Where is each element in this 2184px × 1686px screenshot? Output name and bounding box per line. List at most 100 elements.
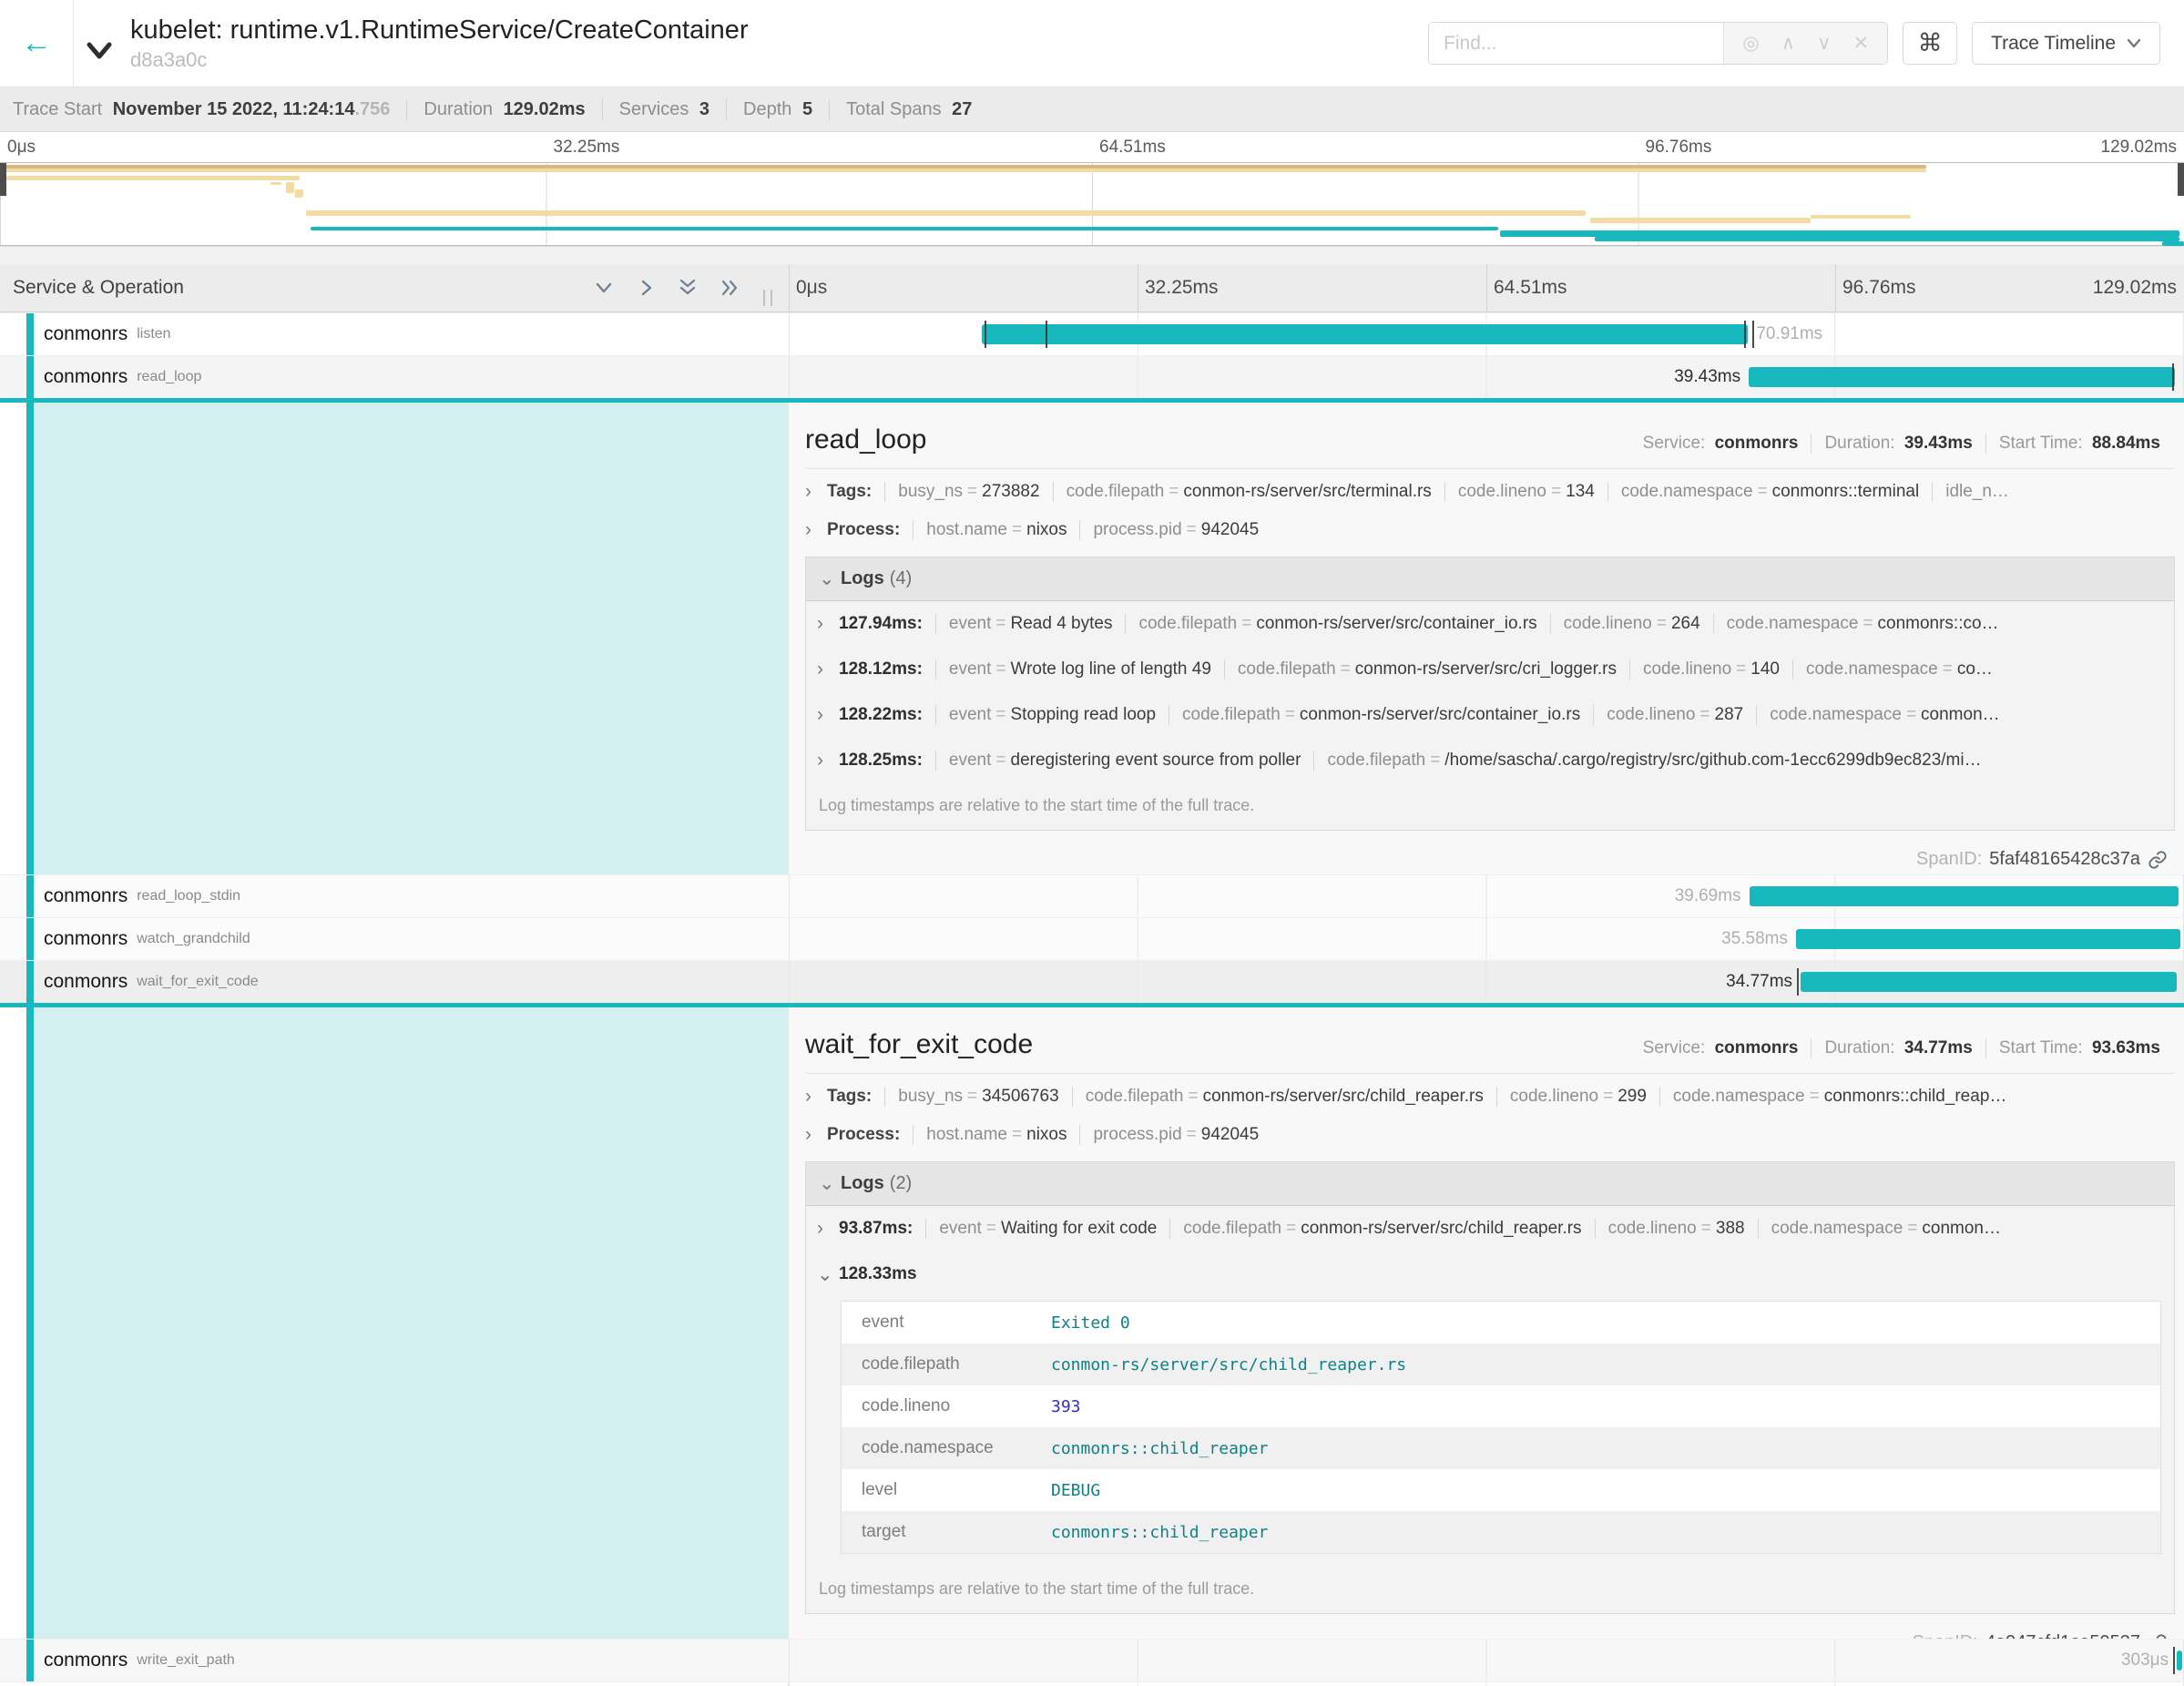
span-row-read_loop_stdin[interactable]: conmonrsread_loop_stdin39.69ms xyxy=(0,874,2184,917)
log-timestamp: 128.12ms: xyxy=(839,659,923,680)
log-entry[interactable]: ⌄128.33ms xyxy=(806,1252,2174,1297)
span-timeline-cell: 34.77ms xyxy=(789,961,2184,1003)
trace-view-label: Trace Timeline xyxy=(1991,33,2116,55)
log-entry[interactable]: ›127.94ms:event=Read 4 bytescode.filepat… xyxy=(806,601,2174,647)
equals-sign: = xyxy=(995,705,1005,724)
span-link-button[interactable] xyxy=(2148,850,2168,870)
expand-all-button[interactable] xyxy=(676,276,699,300)
span-row-read_loop[interactable]: conmonrsread_loop39.43ms xyxy=(0,355,2184,398)
keyboard-shortcuts-button[interactable]: ⌘ xyxy=(1903,22,1957,65)
tag-pair: host.name=nixos xyxy=(913,1125,1079,1145)
log-field-row: eventExited 0 xyxy=(842,1302,2160,1344)
span-log-marker xyxy=(1046,321,1047,348)
minimap-canvas[interactable] xyxy=(0,162,2184,246)
span-link-button[interactable] xyxy=(2148,1633,2168,1640)
tag-pair: busy_ns=34506763 xyxy=(884,1087,1071,1107)
app-header: ← kubelet: runtime.v1.RuntimeService/Cre… xyxy=(0,0,2184,87)
chevron-right-icon: › xyxy=(817,750,839,771)
summary-item: Services 3 xyxy=(602,99,726,120)
minimap-right-handle[interactable] xyxy=(2178,163,2184,196)
log-timestamp: 127.94ms: xyxy=(839,614,923,634)
process-accordion[interactable]: ›Process:host.name=nixosprocess.pid=9420… xyxy=(805,1116,2175,1154)
logs-count: (2) xyxy=(890,1173,912,1194)
span-row-wait_for_exit_code[interactable]: conmonrswait_for_exit_code34.77ms xyxy=(0,960,2184,1003)
tags-accordion[interactable]: ›Tags:busy_ns=34506763code.filepath=conm… xyxy=(805,1078,2175,1116)
prev-result-icon[interactable]: ∧ xyxy=(1781,32,1795,55)
timeline-ticks-header: 0μs32.25ms64.51ms96.76ms129.02ms xyxy=(789,264,2184,312)
log-field-row: code.namespaceconmonrs::child_reaper xyxy=(842,1427,2160,1469)
span-service-name: conmonrs xyxy=(44,323,128,345)
span-duration-bar[interactable] xyxy=(1801,972,2177,992)
log-entry[interactable]: ›128.25ms:event=deregistering event sour… xyxy=(806,738,2174,783)
span-duration-bar[interactable] xyxy=(2177,1650,2182,1671)
logs-header[interactable]: ⌄Logs(2) xyxy=(806,1162,2174,1206)
span-log-marker xyxy=(1752,321,1754,348)
double-chevron-right-icon xyxy=(719,278,740,298)
timeline-tick-label: 32.25ms xyxy=(1145,277,1219,299)
log-timestamp: 128.22ms: xyxy=(839,705,923,725)
summary-value: 3 xyxy=(699,99,709,119)
tags-accordion[interactable]: ›Tags:busy_ns=273882code.filepath=conmon… xyxy=(805,473,2175,511)
equals-sign: = xyxy=(1286,1219,1296,1238)
logs-title: Logs xyxy=(841,568,884,589)
tag-key: event xyxy=(939,1219,981,1238)
span-row-listen[interactable]: conmonrslisten70.91ms xyxy=(0,312,2184,355)
minimap-span-segment xyxy=(270,182,281,185)
next-result-icon[interactable]: ∨ xyxy=(1817,32,1831,55)
log-entry[interactable]: ›128.22ms:event=Stopping read loopcode.f… xyxy=(806,692,2174,738)
log-field-value: DEBUG xyxy=(1051,1481,1100,1500)
chevron-right-icon: › xyxy=(805,481,827,503)
minimap-span-segment xyxy=(306,210,1586,216)
find-input[interactable] xyxy=(1429,23,1723,64)
chevron-down-icon: ⌄ xyxy=(819,1172,841,1195)
logs-accordion: ⌄Logs(4)›127.94ms:event=Read 4 bytescode… xyxy=(805,557,2175,831)
span-detail-panel: wait_for_exit_codeService: conmonrsDurat… xyxy=(0,1007,2184,1639)
span-id-value: 4a947cfd1ce59537 xyxy=(1985,1632,2140,1639)
detail-meta-item: Service: conmonrs xyxy=(1630,434,1811,454)
span-duration-bar[interactable] xyxy=(982,324,1748,344)
logs-header[interactable]: ⌄Logs(4) xyxy=(806,557,2174,601)
minimap-span-segment xyxy=(1811,215,1911,219)
log-entry[interactable]: ›93.87ms:event=Waiting for exit codecode… xyxy=(806,1206,2174,1252)
summary-item: Total Spans 27 xyxy=(829,99,988,120)
collapse-all-button[interactable] xyxy=(718,276,741,300)
equals-sign: = xyxy=(1699,705,1709,724)
column-resize-grip[interactable] xyxy=(763,290,772,306)
log-field-key: code.namespace xyxy=(862,1438,1051,1458)
tag-pair: code.namespace=conmonrs::child_reap… xyxy=(1659,1087,2019,1107)
collapse-one-button[interactable] xyxy=(634,276,658,300)
partial-row xyxy=(0,1681,2184,1686)
trace-view-select[interactable]: Trace Timeline xyxy=(1972,22,2160,65)
tag-key: process.pid xyxy=(1093,520,1181,539)
detail-meta-value: 39.43ms xyxy=(1904,434,1973,453)
tag-key: code.filepath xyxy=(1238,659,1336,679)
span-operation-name: watch_grandchild xyxy=(137,931,250,947)
summary-value: 27 xyxy=(952,99,972,119)
clear-search-icon[interactable]: ✕ xyxy=(1852,32,1869,55)
span-id-label: SpanID: xyxy=(1913,1632,1978,1639)
trace-id: d8a3a0c xyxy=(130,48,749,71)
tag-key: code.namespace xyxy=(1771,1219,1903,1238)
minimap-left-handle[interactable] xyxy=(0,163,6,196)
chevron-down-icon xyxy=(84,41,115,63)
span-row-watch_grandchild[interactable]: conmonrswatch_grandchild35.58ms xyxy=(0,917,2184,960)
page-title: kubelet: runtime.v1.RuntimeService/Creat… xyxy=(130,15,749,46)
tag-pair: process.pid=942045 xyxy=(1079,1125,1271,1145)
log-entry[interactable]: ›128.12ms:event=Wrote log line of length… xyxy=(806,647,2174,692)
process-accordion[interactable]: ›Process:host.name=nixosprocess.pid=9420… xyxy=(805,511,2175,549)
span-row-write_exit_path[interactable]: conmonrswrite_exit_path303μs xyxy=(0,1639,2184,1681)
span-duration-bar[interactable] xyxy=(1796,929,2180,949)
expand-one-button[interactable] xyxy=(592,276,616,300)
span-duration-bar[interactable] xyxy=(1749,367,2175,387)
tag-key: code.lineno xyxy=(1564,614,1652,633)
match-case-icon[interactable]: ◎ xyxy=(1742,32,1759,55)
process-label: Process: xyxy=(827,520,900,540)
tag-key: host.name xyxy=(926,1125,1007,1144)
trace-summary-bar: Trace Start November 15 2022, 11:24:14.7… xyxy=(0,87,2184,132)
span-duration-bar[interactable] xyxy=(1750,886,2179,906)
tag-pair: event=deregistering event source from po… xyxy=(935,751,1314,771)
tag-key: code.filepath xyxy=(1138,614,1237,633)
back-button[interactable]: ← xyxy=(0,0,74,87)
chevron-down-icon: ⌄ xyxy=(817,1263,839,1286)
trace-collapse-toggle[interactable] xyxy=(74,0,125,87)
